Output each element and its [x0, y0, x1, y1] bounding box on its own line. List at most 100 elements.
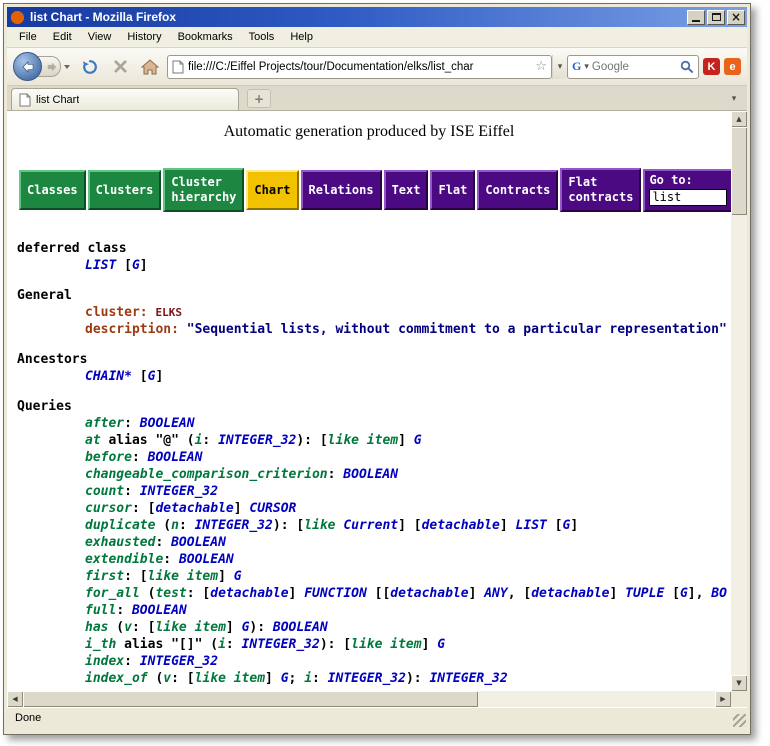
minimize-icon	[692, 20, 700, 22]
doc-segment: [	[132, 369, 148, 384]
search-box[interactable]: G ▾	[567, 55, 699, 79]
reload-button[interactable]	[77, 54, 103, 80]
doc-segment: "Sequential lists, without commitment to…	[187, 322, 727, 337]
bookmark-star-icon[interactable]: ☆	[535, 59, 547, 74]
firefox-icon	[10, 10, 25, 25]
close-button[interactable]: ×	[727, 10, 745, 25]
doc-line: cluster: ELKS	[85, 304, 731, 321]
address-bar[interactable]: ☆	[167, 55, 552, 79]
nav-button-cluster-hierarchy[interactable]: Cluster hierarchy	[163, 168, 244, 212]
doc-header: Queries	[17, 398, 731, 415]
doc-segment: : [	[132, 620, 155, 635]
nav-button-contracts[interactable]: Contracts	[477, 170, 558, 210]
vertical-scroll-thumb[interactable]	[731, 127, 747, 215]
doc-segment: (	[179, 433, 195, 448]
doc-segment: has	[85, 620, 108, 635]
home-button[interactable]	[137, 54, 163, 80]
doc-line: changeable_comparison_criterion: BOOLEAN	[85, 466, 731, 483]
horizontal-scrollbar[interactable]: ◀ ▶	[7, 691, 731, 707]
goto-label: Go to:	[649, 173, 727, 187]
resize-grip[interactable]	[733, 714, 746, 727]
stop-button[interactable]	[107, 54, 133, 80]
doc-segment: [	[116, 258, 132, 273]
tab-list-button[interactable]: ▾	[725, 89, 743, 108]
nav-button-clusters[interactable]: Clusters	[88, 170, 162, 210]
scroll-right-button[interactable]: ▶	[715, 691, 731, 707]
doc-segment: (	[148, 671, 164, 686]
minimize-button[interactable]	[687, 10, 705, 25]
doc-line: index: INTEGER_32	[85, 653, 731, 670]
search-input[interactable]	[592, 61, 677, 73]
menu-tools[interactable]: Tools	[241, 28, 283, 46]
menu-help[interactable]: Help	[282, 28, 321, 46]
title-bar: list Chart - Mozilla Firefox ×	[7, 7, 747, 27]
menu-file[interactable]: File	[11, 28, 45, 46]
tab-list-chart[interactable]: list Chart	[11, 88, 239, 110]
doc-segment: like item	[195, 671, 265, 686]
doc-segment: INTEGER_32	[328, 671, 406, 686]
doc-segment: INTEGER_32	[242, 637, 320, 652]
doc-segment: ]	[500, 518, 516, 533]
nav-buttons: ClassesClustersCluster hierarchyChartRel…	[19, 168, 641, 212]
doc-segment: G	[414, 433, 422, 448]
doc-segment: after	[85, 416, 124, 431]
doc-segment: INTEGER_32	[195, 518, 273, 533]
menu-edit[interactable]: Edit	[45, 28, 80, 46]
scroll-up-button[interactable]: ▲	[731, 111, 747, 127]
nav-button-relations[interactable]: Relations	[301, 170, 382, 210]
doc-segment: alias "@"	[101, 433, 179, 448]
doc-segment: :	[124, 484, 140, 499]
doc-segment: ]	[422, 637, 438, 652]
vertical-scrollbar[interactable]: ▲ ▼	[731, 111, 747, 691]
url-dropdown-button[interactable]: ▾	[552, 55, 567, 79]
doc-segment: count	[85, 484, 124, 499]
doc-segment: ]	[570, 518, 578, 533]
doc-segment: ]	[226, 620, 242, 635]
goto-input[interactable]	[649, 189, 727, 206]
search-icon[interactable]	[680, 60, 694, 74]
nav-button-flat-contracts[interactable]: Flat contracts	[560, 168, 641, 212]
doc-segment: n	[171, 518, 179, 533]
stop-icon	[113, 59, 128, 74]
url-input[interactable]	[188, 61, 531, 73]
doc-segment: i_th	[85, 637, 116, 652]
addon-icon-e[interactable]: e	[724, 58, 741, 75]
nav-button-classes[interactable]: Classes	[19, 170, 86, 210]
nav-button-chart[interactable]: Chart	[246, 170, 298, 210]
doc-segment: :	[328, 467, 344, 482]
scroll-left-button[interactable]: ◀	[7, 691, 23, 707]
menu-bookmarks[interactable]: Bookmarks	[170, 28, 241, 46]
nav-button-text[interactable]: Text	[384, 170, 429, 210]
doc-segment: INTEGER_32	[429, 671, 507, 686]
menu-history[interactable]: History	[119, 28, 169, 46]
doc-segment: G	[132, 258, 140, 273]
doc-segment: BOOLEAN	[148, 450, 203, 465]
chevron-down-icon	[64, 65, 70, 69]
nav-button-row: ClassesClustersCluster hierarchyChartRel…	[19, 168, 731, 212]
doc-segment: detachable	[155, 501, 233, 516]
doc-segment: detachable	[531, 586, 609, 601]
maximize-button[interactable]	[707, 10, 725, 25]
doc-segment: detachable	[210, 586, 288, 601]
doc-segment: ],	[688, 586, 711, 601]
doc-segment: Current	[343, 518, 398, 533]
history-dropdown-button[interactable]	[61, 56, 73, 77]
search-engine-dropdown[interactable]: ▾	[584, 62, 589, 72]
page-viewport: Automatic generation produced by ISE Eif…	[7, 111, 731, 691]
menu-view[interactable]: View	[80, 28, 120, 46]
scroll-down-button[interactable]: ▼	[731, 675, 747, 691]
addon-icon-k[interactable]: K	[703, 58, 720, 75]
doc-segment: G	[281, 671, 289, 686]
doc-line: index_of (v: [like item] G; i: INTEGER_3…	[85, 670, 731, 687]
doc-segment: cursor	[85, 501, 132, 516]
doc-segment: BO	[711, 586, 727, 601]
doc-segment: ;	[289, 671, 305, 686]
doc-segment: :	[163, 552, 179, 567]
horizontal-scroll-thumb[interactable]	[23, 691, 478, 707]
doc-segment: FUNCTION	[304, 586, 367, 601]
doc-segment: before	[85, 450, 132, 465]
back-button[interactable]	[13, 52, 42, 81]
doc-segment: v	[124, 620, 132, 635]
new-tab-button[interactable]: +	[247, 89, 271, 108]
nav-button-flat[interactable]: Flat	[430, 170, 475, 210]
